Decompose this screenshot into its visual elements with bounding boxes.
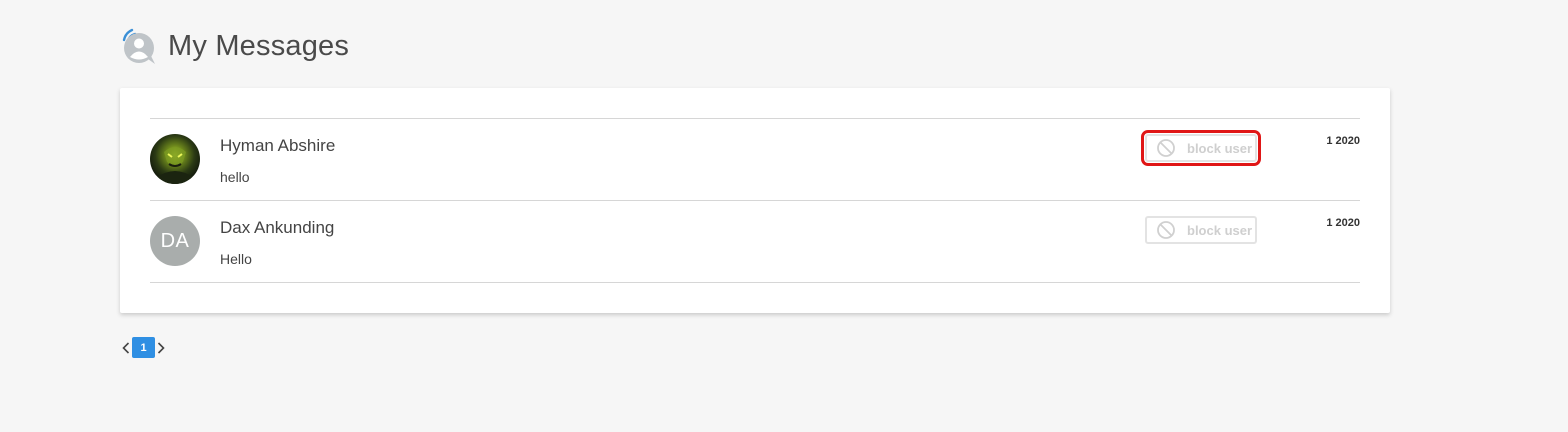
message-row[interactable]: DA Dax Ankunding Hello block user 1 2020 (150, 201, 1360, 283)
chevron-right-icon (157, 341, 165, 354)
prev-page-button[interactable] (120, 337, 132, 358)
chevron-left-icon (122, 341, 130, 354)
sender-name[interactable]: Hyman Abshire (220, 136, 335, 156)
sender-name[interactable]: Dax Ankunding (220, 218, 334, 238)
message-list: Hyman Abshire hello block user 1 2020 DA… (150, 118, 1360, 283)
message-date: 1 2020 (1326, 217, 1360, 229)
block-user-button[interactable]: block user (1145, 216, 1257, 244)
pagination: 1 (120, 337, 167, 358)
avatar[interactable]: DA (150, 216, 200, 266)
message-row[interactable]: Hyman Abshire hello block user 1 2020 (150, 119, 1360, 201)
page-title: My Messages (168, 29, 350, 62)
ban-icon (1157, 139, 1175, 157)
page-header: My Messages (118, 26, 349, 66)
chat-user-icon (122, 28, 155, 64)
message-preview: hello (220, 169, 250, 185)
messages-page: My Messages Hyman Abshire hello block us… (0, 0, 1568, 432)
message-date: 1 2020 (1326, 135, 1360, 147)
avatar[interactable] (150, 134, 200, 184)
next-page-button[interactable] (155, 337, 167, 358)
block-user-label: block user (1187, 222, 1253, 238)
ban-icon (1157, 221, 1175, 239)
messages-card: Hyman Abshire hello block user 1 2020 DA… (120, 88, 1390, 313)
message-preview: Hello (220, 251, 252, 267)
block-user-button[interactable]: block user (1141, 130, 1261, 166)
block-user-label: block user (1187, 140, 1253, 156)
avatar-photo (150, 134, 200, 184)
page-number-button[interactable]: 1 (132, 337, 155, 358)
